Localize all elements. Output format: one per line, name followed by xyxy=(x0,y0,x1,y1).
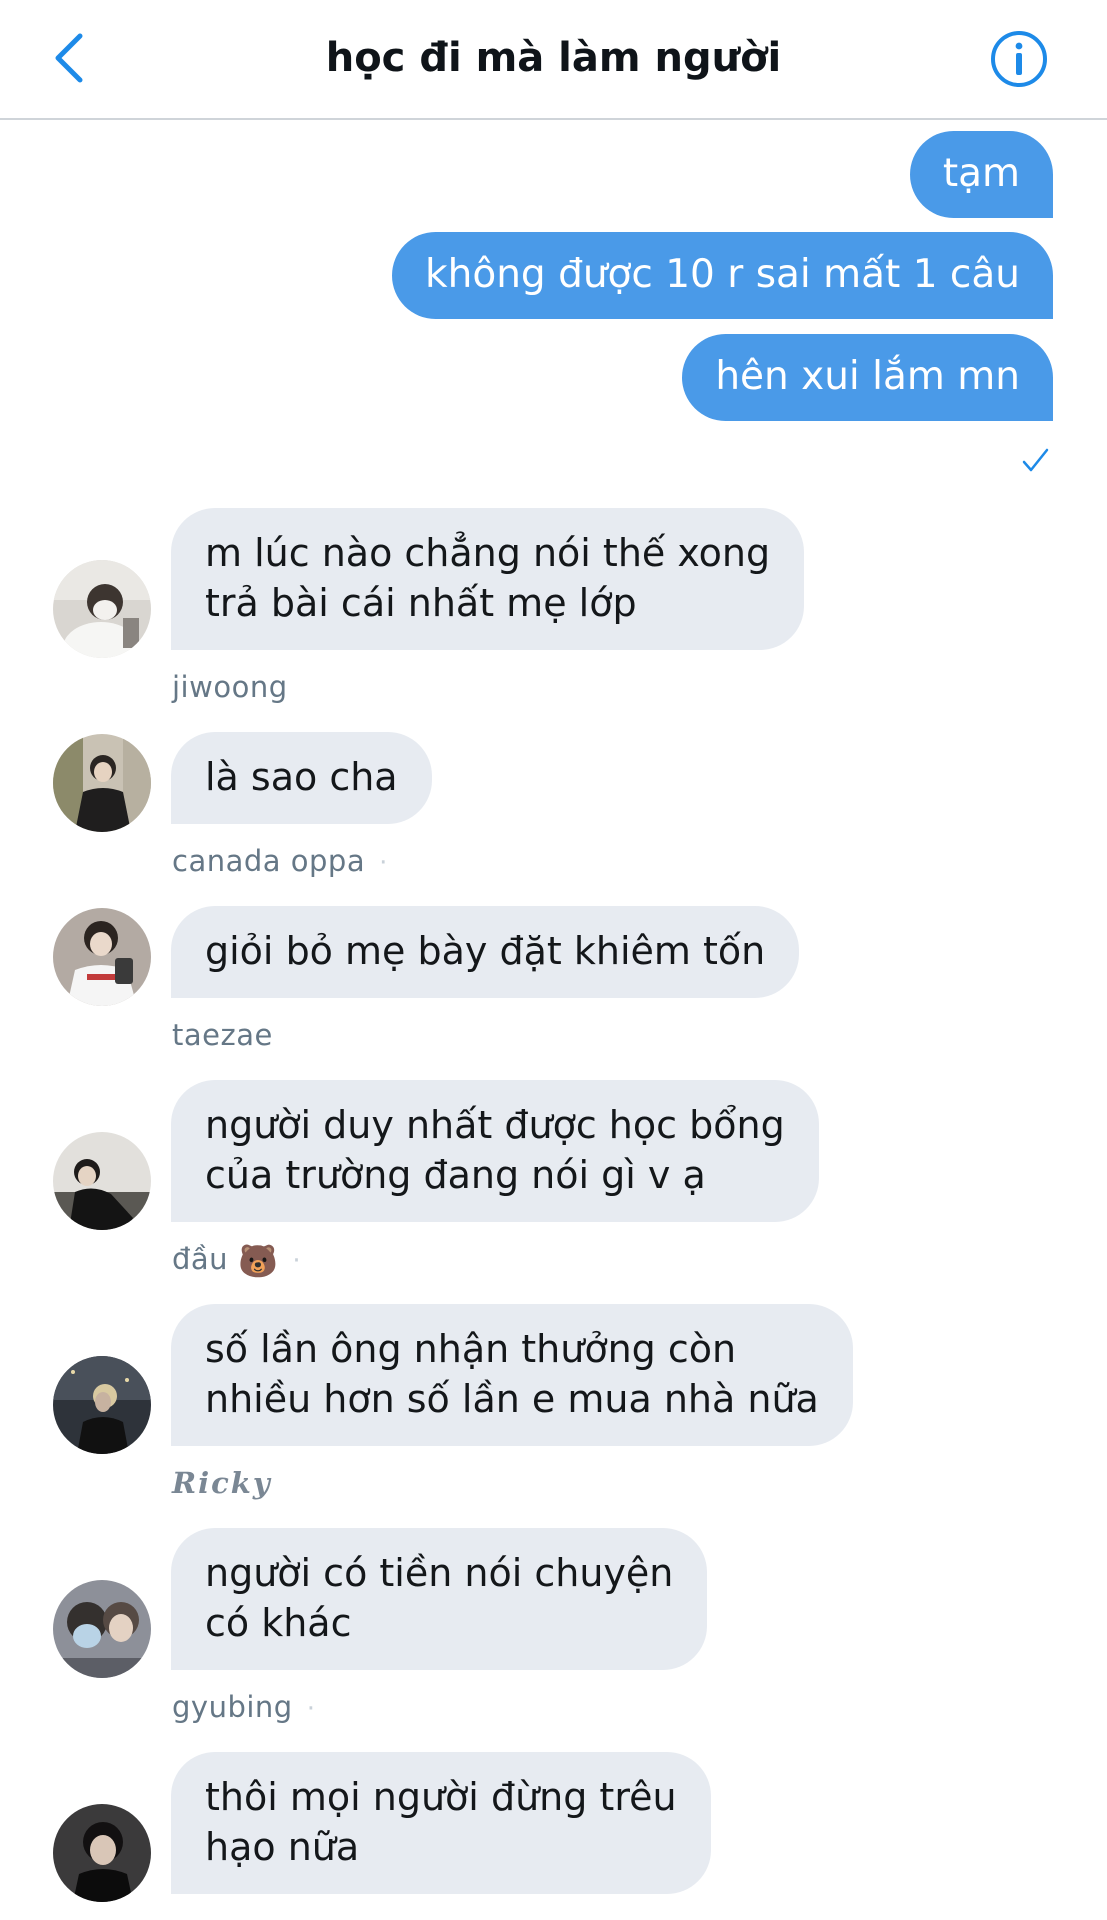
avatar[interactable] xyxy=(53,1132,151,1230)
sender-label: gyubing xyxy=(172,1690,293,1724)
sender-name: canada oppa · xyxy=(172,844,388,878)
outgoing-message[interactable]: không được 10 r sai mất 1 câu xyxy=(392,232,1053,319)
incoming-bubble[interactable]: người duy nhất được học bổng của trường … xyxy=(171,1080,819,1222)
outgoing-bubble[interactable]: hên xui lắm mn xyxy=(682,334,1053,421)
sender-name: gyubing · xyxy=(172,1690,315,1724)
outgoing-message[interactable]: tạm xyxy=(909,131,1053,218)
sender-name: jiwoong xyxy=(172,670,288,704)
incoming-bubble[interactable]: giỏi bỏ mẹ bày đặt khiêm tốn xyxy=(171,906,800,998)
outgoing-bubble[interactable]: tạm xyxy=(909,131,1053,218)
separator-dot: · xyxy=(306,1694,316,1724)
avatar[interactable] xyxy=(53,734,151,832)
outgoing-message[interactable]: hên xui lắm mn xyxy=(682,334,1053,421)
info-circle-icon xyxy=(991,31,1047,87)
avatar[interactable] xyxy=(53,1356,151,1454)
avatar[interactable] xyxy=(53,908,151,1006)
sender-name: Ricky xyxy=(172,1466,272,1500)
outgoing-bubble[interactable]: không được 10 r sai mất 1 câu xyxy=(392,232,1053,319)
bear-emoji: 🐻 xyxy=(238,1242,279,1280)
separator-dot: · xyxy=(379,848,388,878)
sender-label: canada oppa xyxy=(172,844,366,878)
avatar[interactable] xyxy=(53,560,151,658)
incoming-bubble[interactable]: người có tiền nói chuyện có khác xyxy=(171,1528,708,1670)
info-button[interactable] xyxy=(989,29,1049,89)
incoming-bubble[interactable]: là sao cha xyxy=(171,732,432,824)
sender-name: taezae xyxy=(172,1018,273,1052)
conversation-title[interactable]: học đi mà làm người xyxy=(0,30,1107,86)
incoming-bubble[interactable]: số lần ông nhận thưởng còn nhiều hơn số … xyxy=(171,1304,853,1446)
incoming-bubble[interactable]: m lúc nào chẳng nói thế xong trả bài cái… xyxy=(171,508,805,650)
sender-label: đầu xyxy=(172,1242,229,1276)
conversation-header: học đi mà làm người xyxy=(0,0,1107,120)
incoming-bubble[interactable]: thôi mọi người đừng trêu hạo nữa xyxy=(171,1752,711,1894)
separator-dot: · xyxy=(292,1246,302,1276)
avatar[interactable] xyxy=(53,1580,151,1678)
avatar[interactable] xyxy=(53,1804,151,1902)
sender-name: đầu 🐻 · xyxy=(172,1242,301,1280)
checkmark-icon xyxy=(1022,448,1049,472)
